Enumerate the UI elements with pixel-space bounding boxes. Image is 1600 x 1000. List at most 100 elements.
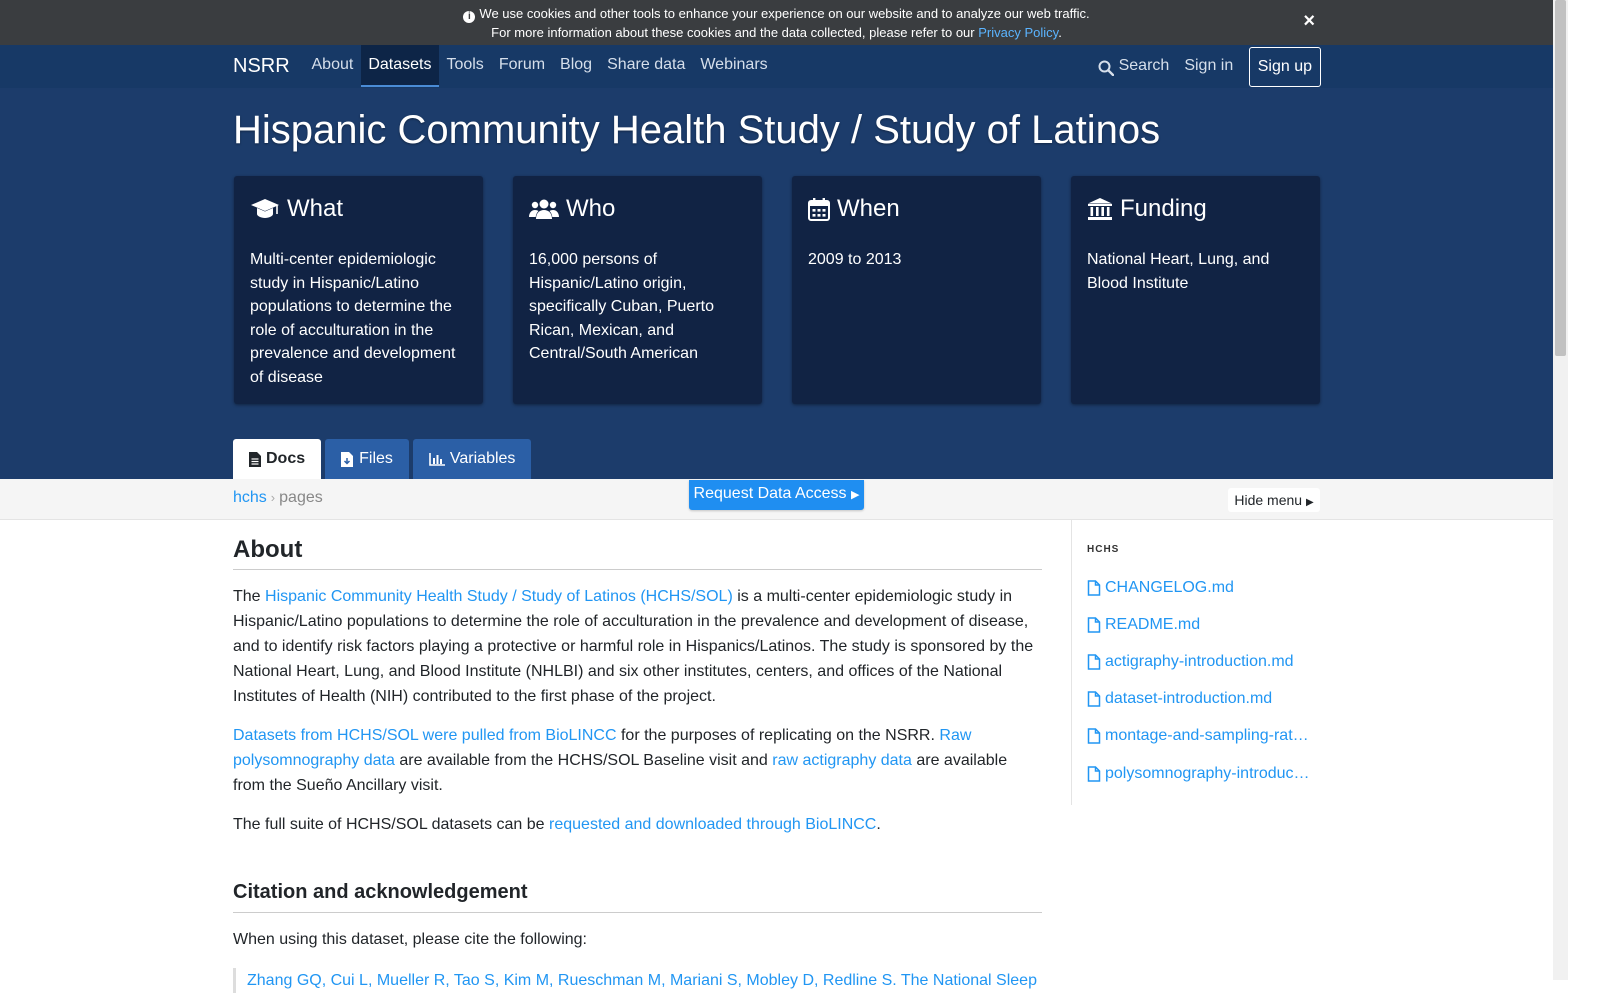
- info-icon: i: [463, 11, 476, 23]
- text: The: [233, 588, 261, 605]
- nav-webinars[interactable]: Webinars: [693, 45, 775, 87]
- when-card: When 2009 to 2013: [792, 176, 1041, 404]
- breadcrumb-hchs[interactable]: hchs: [233, 489, 267, 506]
- file-icon: [1087, 579, 1101, 596]
- card-header: Funding: [1087, 194, 1304, 224]
- cookie-line-1: i We use cookies and other tools to enhan…: [0, 4, 1553, 23]
- what-card: What Multi-center epidemiologic study in…: [234, 176, 483, 404]
- sidebar-file-label: actigraphy-introduction.md: [1105, 652, 1294, 670]
- main-content: About The Hispanic Community Health Stud…: [233, 520, 1042, 993]
- card-header: Who: [529, 194, 746, 224]
- text: for the purposes of replicating on the N…: [620, 727, 935, 744]
- hero: Hispanic Community Health Study / Study …: [0, 88, 1553, 479]
- scrollbar-thumb[interactable]: [1555, 0, 1566, 356]
- docs-sidebar: HCHS CHANGELOG.md README.md actigraphy-i…: [1071, 520, 1321, 805]
- request-data-access-label: Request Data Access: [693, 485, 847, 502]
- cookie-message-2: For more information about these cookies…: [491, 25, 975, 40]
- sidebar-file-readme[interactable]: README.md: [1087, 606, 1321, 643]
- card-title: What: [287, 195, 344, 222]
- users-icon: [529, 199, 559, 219]
- nav-about[interactable]: About: [304, 45, 361, 87]
- request-data-access-button[interactable]: Request Data Access ▶: [689, 480, 864, 510]
- datasets-paragraph: Datasets from HCHS/SOL were pulled from …: [233, 723, 1042, 798]
- text: The full suite of HCHS/SOL datasets can …: [233, 816, 545, 833]
- citation-link[interactable]: Zhang GQ, Cui L, Mueller R, Tao S, Kim M…: [247, 972, 1037, 989]
- tab-variables[interactable]: Variables: [412, 439, 532, 479]
- sidebar-file-changelog[interactable]: CHANGELOG.md: [1087, 569, 1321, 606]
- cookie-banner: i We use cookies and other tools to enhan…: [0, 0, 1553, 45]
- about-heading: About: [233, 536, 1042, 570]
- text: is a multi-center epidemiologic study in…: [233, 588, 1034, 705]
- nav-blog[interactable]: Blog: [553, 45, 600, 87]
- text: are available from the HCHS/SOL Baseline…: [399, 752, 768, 769]
- hide-menu-button[interactable]: Hide menu ▶: [1228, 488, 1320, 512]
- tab-label: Files: [359, 450, 393, 467]
- file-icon: [1087, 654, 1101, 670]
- file-icon: [1087, 728, 1101, 745]
- sidebar-file-label: polysomnography-introduc…: [1105, 764, 1310, 782]
- hchs-sol-link[interactable]: Hispanic Community Health Study / Study …: [265, 588, 733, 605]
- card-title: Who: [566, 195, 616, 222]
- cookie-message: We use cookies and other tools to enhanc…: [479, 6, 1090, 21]
- tab-label: Variables: [449, 450, 516, 467]
- cookie-line-2: For more information about these cookies…: [0, 23, 1553, 42]
- top-navbar: NSRR About Datasets Tools Forum Blog Sha…: [0, 45, 1553, 88]
- page-title: Hispanic Community Health Study / Study …: [233, 108, 1161, 152]
- caret-right-icon: ▶: [850, 489, 860, 501]
- sidebar-heading: HCHS: [1087, 544, 1120, 555]
- card-header: When: [808, 194, 1025, 224]
- raw-actigraphy-link[interactable]: raw actigraphy data: [772, 752, 912, 769]
- calendar-icon: [808, 198, 830, 221]
- search-icon: [1098, 60, 1114, 76]
- sidebar-file-label: montage-and-sampling-rat…: [1105, 727, 1309, 745]
- search-link[interactable]: Search: [1090, 46, 1177, 88]
- sidebar-file-actigraphy[interactable]: actigraphy-introduction.md: [1087, 643, 1321, 680]
- nav-datasets[interactable]: Datasets: [360, 45, 439, 87]
- who-card: Who 16,000 persons of Hispanic/Latino or…: [513, 176, 762, 404]
- sidebar-file-label: dataset-introduction.md: [1105, 690, 1273, 708]
- caret-right-icon: ▶: [1305, 497, 1314, 508]
- nav-links: About Datasets Tools Forum Blog Share da…: [304, 45, 775, 88]
- cookie-period: .: [1058, 25, 1062, 40]
- sidebar-file-dataset-intro[interactable]: dataset-introduction.md: [1087, 681, 1321, 718]
- file-icon: [1087, 691, 1101, 707]
- biolincc-datasets-link[interactable]: Datasets from HCHS/SOL were pulled from …: [233, 727, 617, 744]
- sign-up-button[interactable]: Sign up: [1248, 46, 1321, 87]
- card-header: What: [250, 194, 467, 224]
- citation-intro: When using this dataset, please cite the…: [233, 931, 587, 948]
- file-icon: [1087, 617, 1101, 633]
- card-title: When: [837, 195, 900, 222]
- nav-tools[interactable]: Tools: [439, 45, 491, 87]
- text: .: [876, 816, 881, 833]
- page-scrollbar[interactable]: [1553, 0, 1568, 980]
- card-text: 2009 to 2013: [808, 251, 902, 268]
- search-label: Search: [1118, 56, 1170, 74]
- card-title: Funding: [1120, 195, 1207, 222]
- sign-in-link[interactable]: Sign in: [1177, 46, 1241, 88]
- bar-chart-icon: [429, 452, 445, 466]
- file-download-icon: [341, 451, 354, 467]
- full-suite-paragraph: The full suite of HCHS/SOL datasets can …: [233, 812, 1042, 837]
- citation-quote: Zhang GQ, Cui L, Mueller R, Tao S, Kim M…: [233, 968, 1042, 993]
- privacy-policy-link[interactable]: Privacy Policy: [978, 25, 1058, 40]
- card-text: 16,000 persons of Hispanic/Latino origin…: [529, 251, 714, 362]
- dataset-tabs: Docs Files Variables: [233, 439, 535, 479]
- brand-logo[interactable]: NSRR: [233, 55, 290, 78]
- file-icon: [1087, 765, 1101, 782]
- nav-share-data[interactable]: Share data: [600, 45, 693, 87]
- sidebar-file-montage[interactable]: montage-and-sampling-rat…: [1087, 718, 1321, 755]
- sidebar-file-label: README.md: [1105, 615, 1201, 633]
- university-icon: [1088, 198, 1112, 220]
- graduation-cap-icon: [251, 199, 279, 218]
- card-text: National Heart, Lung, and Blood Institut…: [1087, 251, 1270, 292]
- tab-label: Docs: [266, 450, 306, 467]
- tab-docs[interactable]: Docs: [233, 439, 322, 479]
- document-icon: [249, 451, 261, 467]
- sidebar-file-psg-intro[interactable]: polysomnography-introduc…: [1087, 755, 1321, 792]
- close-icon[interactable]: ×: [1303, 10, 1315, 32]
- nav-forum[interactable]: Forum: [491, 45, 552, 87]
- tab-files[interactable]: Files: [325, 439, 409, 479]
- breadcrumb-current: pages: [279, 489, 323, 506]
- nav-right: Search Sign in Sign up: [1090, 45, 1321, 88]
- biolincc-request-link[interactable]: requested and downloaded through BioLINC…: [549, 816, 876, 833]
